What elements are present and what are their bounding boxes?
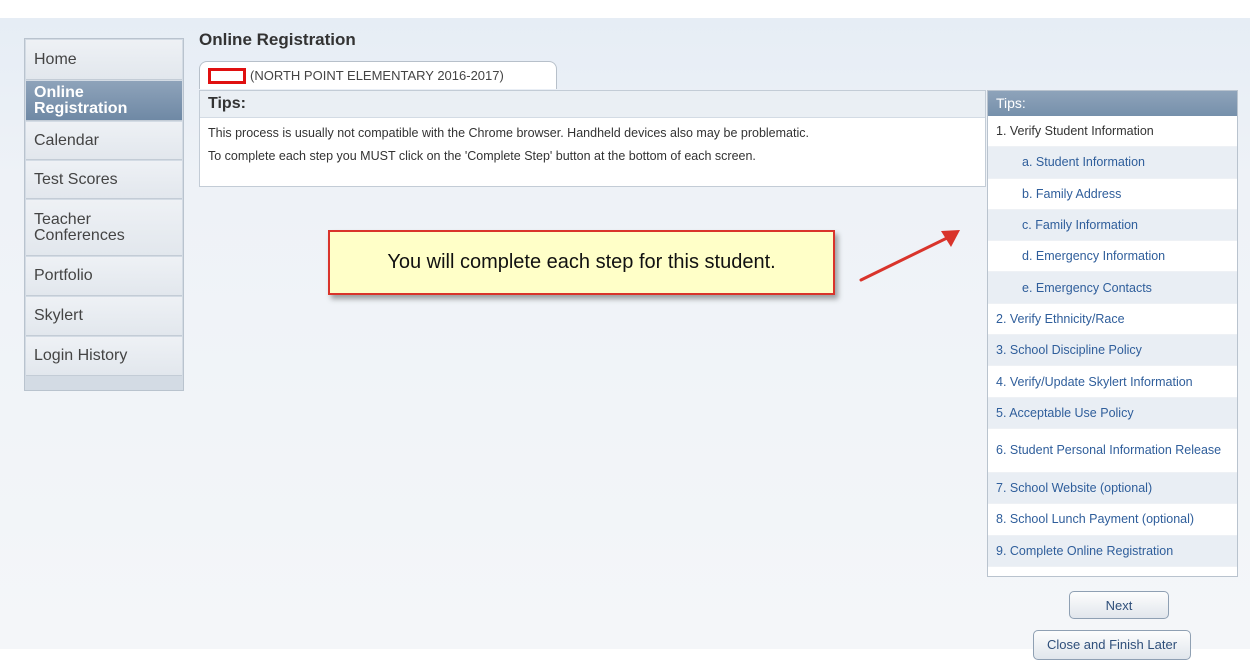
step-acceptable-use[interactable]: 5. Acceptable Use Policy: [988, 397, 1237, 429]
sidebar-item-calendar[interactable]: Calendar: [26, 122, 182, 160]
tips-line-browser: This process is usually not compatible w…: [208, 126, 809, 140]
redacted-student-name: [208, 67, 246, 84]
student-tab[interactable]: (NORTH POINT ELEMENTARY 2016-2017): [199, 61, 557, 89]
step-skylert-info[interactable]: 4. Verify/Update Skylert Information: [988, 366, 1237, 398]
callout-text: You will complete each step for this stu…: [387, 251, 776, 273]
step-personal-info-release[interactable]: 6. Student Personal Information Release: [988, 429, 1237, 473]
step-verify-student-info[interactable]: 1. Verify Student Information: [988, 116, 1237, 148]
sidebar-item-skylert[interactable]: Skylert: [26, 297, 182, 336]
step-verify-ethnicity[interactable]: 2. Verify Ethnicity/Race: [988, 304, 1237, 336]
page-title: Online Registration: [199, 30, 356, 49]
sidebar-item-portfolio[interactable]: Portfolio: [26, 257, 182, 296]
sidebar-item-home[interactable]: Home: [26, 40, 182, 80]
next-button[interactable]: Next: [1069, 591, 1169, 619]
step-complete-registration[interactable]: 9. Complete Online Registration: [988, 535, 1237, 567]
steps-header: Tips:: [988, 91, 1237, 116]
step-family-address[interactable]: b. Family Address: [988, 179, 1237, 210]
tips-panel: Tips: This process is usually not compat…: [199, 90, 986, 187]
tips-line-complete-step: To complete each step you MUST click on …: [208, 149, 756, 163]
step-student-information[interactable]: a. Student Information: [988, 147, 1237, 179]
steps-panel: Tips: 1. Verify Student Information a. S…: [987, 90, 1238, 577]
tips-header: Tips:: [200, 91, 985, 118]
step-family-information[interactable]: c. Family Information: [988, 209, 1237, 242]
arrow-icon: [859, 230, 960, 282]
step-school-website[interactable]: 7. School Website (optional): [988, 472, 1237, 505]
sidebar-item-teacher-conferences[interactable]: Teacher Conferences: [26, 200, 182, 256]
step-emergency-contacts[interactable]: e. Emergency Contacts: [988, 272, 1237, 304]
callout-annotation: You will complete each step for this stu…: [328, 230, 835, 295]
sidebar-item-test-scores[interactable]: Test Scores: [26, 161, 182, 199]
sidebar-item-login-history[interactable]: Login History: [26, 337, 182, 376]
step-lunch-payment[interactable]: 8. School Lunch Payment (optional): [988, 504, 1237, 536]
close-finish-later-button[interactable]: Close and Finish Later: [1033, 630, 1191, 660]
sidebar-item-online-registration[interactable]: Online Registration: [26, 81, 182, 121]
step-emergency-information[interactable]: d. Emergency Information: [988, 241, 1237, 273]
sidebar-nav: Home Online Registration Calendar Test S…: [24, 38, 184, 391]
step-discipline-policy[interactable]: 3. School Discipline Policy: [988, 335, 1237, 367]
student-tab-label: (NORTH POINT ELEMENTARY 2016-2017): [250, 68, 504, 83]
